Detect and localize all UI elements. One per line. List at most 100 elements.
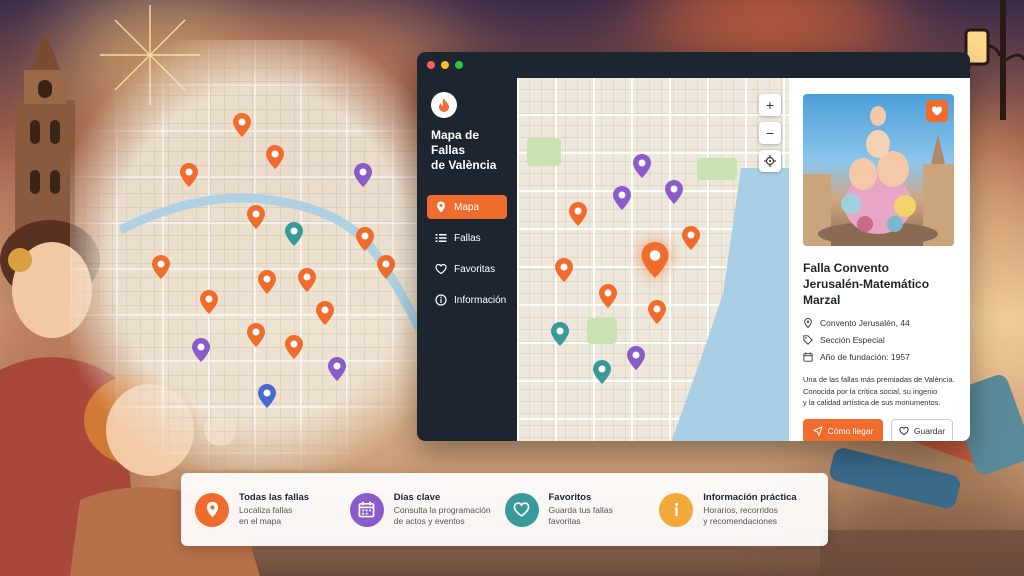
heart-icon	[899, 426, 909, 435]
map-pin-icon	[247, 323, 265, 347]
map-pin-icon[interactable]	[569, 202, 587, 226]
map-pin-icon	[285, 335, 303, 359]
map-pin-icon	[258, 270, 276, 294]
map-pin-icon	[377, 255, 395, 279]
sidebar-item-mapa[interactable]: Mapa	[427, 195, 507, 219]
map-pin-icon	[328, 357, 346, 381]
address-text: Convento Jerusalén, 44	[820, 318, 910, 328]
founded-text: Año de fundación: 1957	[820, 352, 910, 362]
river-path	[120, 193, 455, 402]
feature-title: Todas las fallas	[239, 492, 310, 503]
sidebar-item-label: Favoritas	[454, 263, 496, 275]
selected-map-pin-icon[interactable]	[641, 242, 669, 278]
info-icon	[659, 492, 694, 527]
feature-title: Información práctica	[703, 492, 797, 503]
feature-subtitle: y recomendaciones	[703, 516, 777, 526]
description-line: y la calidad artística de sus monumentos…	[803, 398, 941, 407]
sidebar-item-informacion[interactable]: Información	[427, 288, 507, 312]
navigation-arrow-icon	[812, 425, 823, 436]
falla-name-line1: Falla Convento	[803, 261, 890, 275]
zoom-in-button[interactable]: +	[759, 94, 781, 116]
description-line: Conocida por la crítica social, su ingen…	[803, 386, 938, 396]
map-pin-icon	[247, 205, 265, 229]
map-pin-icon[interactable]	[682, 226, 700, 250]
map-pin-icon	[195, 492, 229, 527]
map-pin-icon	[356, 227, 374, 251]
founded-row: Año de fundación: 1957	[803, 352, 956, 362]
map-pin-icon[interactable]	[627, 346, 645, 370]
save-button[interactable]: Guardar	[891, 418, 953, 441]
feature-subtitle: Localiza fallas	[239, 505, 293, 515]
feature-informacion-practica: Información práctica Horarios, recorrido…	[659, 492, 814, 527]
app-title: Mapa de Fallas de València	[431, 128, 507, 173]
falla-description: Una de las fallas más premiadas de Valèn…	[803, 374, 956, 409]
map-pin-icon	[266, 145, 284, 169]
sidebar-item-label: Fallas	[454, 232, 481, 244]
map-pin-icon	[285, 222, 303, 246]
calendar-icon	[803, 352, 813, 362]
map-pin-icon	[258, 384, 276, 408]
map-pin-icon[interactable]	[555, 258, 573, 282]
calendar-icon	[349, 492, 384, 527]
sidebar-item-label: Mapa	[454, 201, 480, 213]
app-title-line1: Mapa de Fallas	[431, 128, 480, 157]
location-icon	[804, 318, 812, 328]
map-pin-icon[interactable]	[613, 186, 631, 210]
map-pin-icon[interactable]	[593, 360, 611, 384]
map-pin-icon	[180, 163, 198, 187]
sidebar-item-label: Información	[454, 294, 507, 306]
flame-logo-icon	[431, 92, 457, 118]
falla-photo	[803, 94, 954, 246]
map-pin-icon	[152, 255, 170, 279]
map-pin-icon[interactable]	[633, 154, 651, 178]
sea-area	[669, 168, 789, 441]
heart-icon	[435, 263, 447, 275]
window-close-button[interactable]	[427, 61, 435, 69]
directions-button[interactable]: Cómo llegar	[803, 418, 883, 441]
map-pin-icon	[192, 338, 210, 362]
list-icon	[435, 234, 447, 242]
window-maximize-button[interactable]	[455, 61, 463, 69]
window-minimize-button[interactable]	[441, 61, 449, 69]
park-area	[697, 158, 737, 180]
sidebar-item-fallas[interactable]: Fallas	[427, 226, 507, 250]
feature-title: Favoritos	[548, 492, 592, 503]
detail-actions: Cómo llegar Guardar	[803, 418, 956, 441]
locate-button[interactable]	[759, 150, 781, 172]
address-row: Convento Jerusalén, 44	[803, 318, 956, 328]
save-button-label: Guardar	[913, 425, 946, 436]
directions-button-label: Cómo llegar	[827, 425, 874, 436]
map-pin-icon	[200, 290, 218, 314]
app-window: Mapa de Fallas de València Mapa Fallas F…	[417, 52, 970, 441]
app-title-line2: de València	[431, 158, 497, 172]
feature-title: Días clave	[393, 492, 441, 503]
favorite-button[interactable]	[926, 100, 948, 122]
feature-subtitle: Guarda tus fallas	[548, 505, 613, 515]
feature-dias-clave: Días clave Consulta la programación de a…	[349, 492, 505, 527]
park-area	[527, 138, 561, 166]
map-pin-icon[interactable]	[599, 284, 617, 308]
map-pin-icon	[233, 113, 251, 137]
feature-bar: Todas las fallas Localiza fallas en el m…	[181, 473, 828, 546]
crosshair-icon	[764, 155, 776, 167]
falla-name: Falla Convento Jerusalén-Matemático Marz…	[803, 260, 956, 308]
section-row: Sección Especial	[803, 335, 956, 345]
falla-name-line2: Jerusalén-Matemático Marzal	[803, 277, 930, 307]
sidebar: Mapa de Fallas de València Mapa Fallas F…	[417, 78, 517, 441]
feature-subtitle: Horarios, recorridos	[703, 505, 778, 515]
info-icon	[435, 294, 447, 306]
sidebar-item-favoritas[interactable]: Favoritas	[427, 257, 507, 281]
window-titlebar	[417, 52, 970, 78]
zoom-out-button[interactable]: −	[759, 122, 781, 144]
heart-icon	[932, 106, 942, 116]
map-pin-icon[interactable]	[648, 300, 666, 324]
map-pin-icon	[437, 201, 445, 213]
map-pin-icon[interactable]	[665, 180, 683, 204]
park-area	[587, 318, 617, 344]
feature-subtitle: favoritas	[548, 516, 581, 526]
falla-detail-panel: Falla Convento Jerusalén-Matemático Marz…	[789, 78, 970, 441]
map-view[interactable]: + −	[517, 78, 789, 441]
feature-subtitle: en el mapa	[239, 516, 282, 526]
tag-icon	[803, 335, 813, 345]
map-pin-icon[interactable]	[551, 322, 569, 346]
